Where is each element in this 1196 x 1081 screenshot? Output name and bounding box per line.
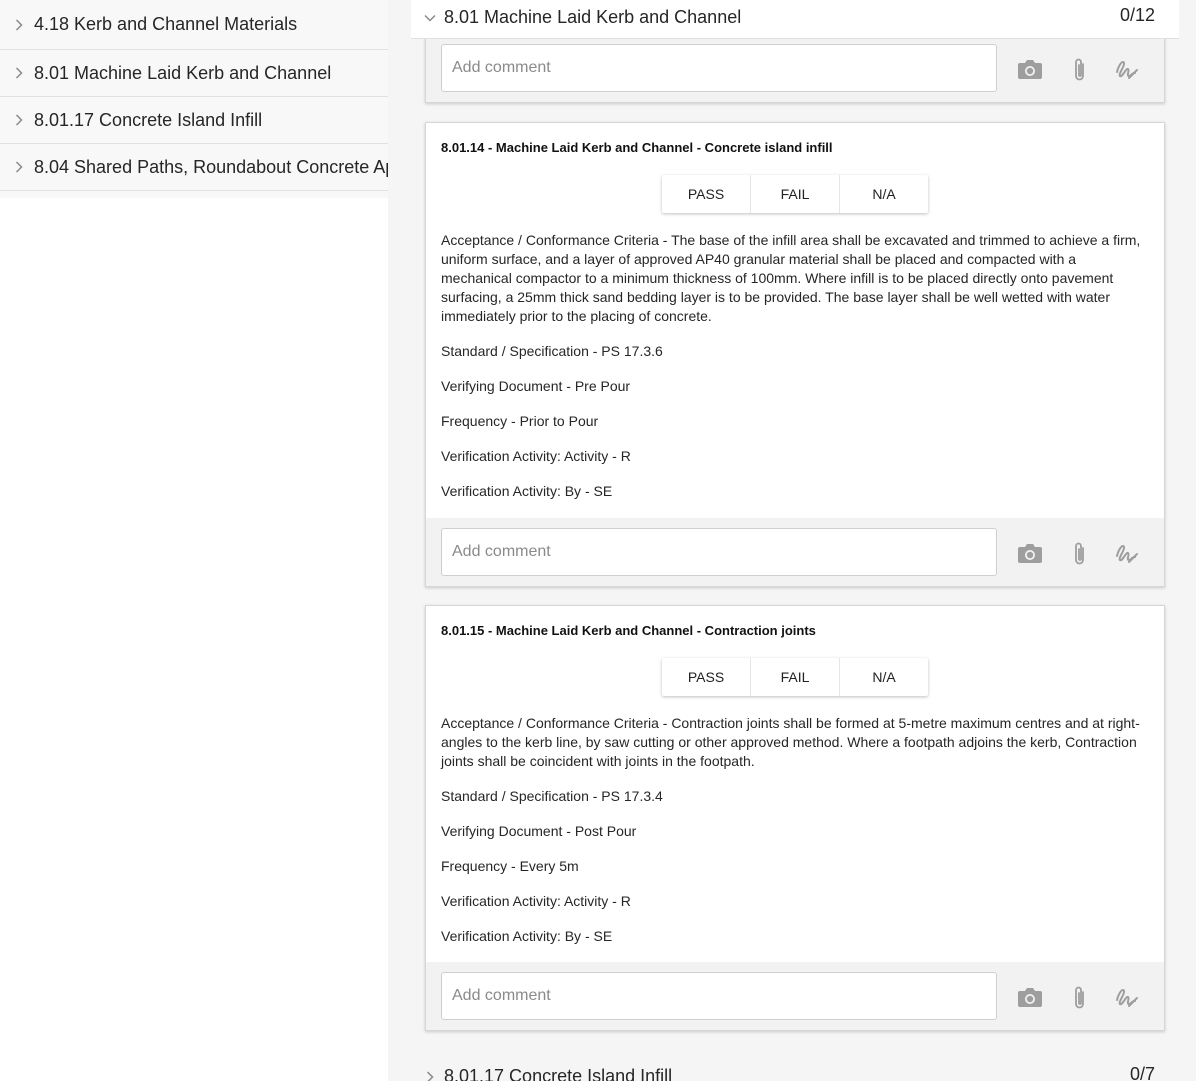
section-header[interactable]: 8.01 Machine Laid Kerb and Channel 0/12 — [411, 0, 1179, 39]
comment-input[interactable] — [441, 528, 997, 576]
chevron-right-icon — [423, 1070, 437, 1081]
verification-activity: Verification Activity: Activity - R — [441, 448, 631, 464]
result-button-group: PASS FAIL N/A — [662, 175, 928, 213]
verifying-document: Verifying Document - Pre Pour — [441, 378, 631, 394]
verification-by: Verification Activity: By - SE — [441, 483, 613, 499]
sidebar-item-8-01[interactable]: 8.01 Machine Laid Kerb and Channel — [0, 50, 388, 97]
pass-button[interactable]: PASS — [662, 175, 751, 213]
na-button[interactable]: N/A — [840, 658, 928, 696]
comment-bar — [426, 34, 1164, 102]
chevron-right-icon — [13, 114, 25, 126]
camera-icon[interactable] — [1017, 56, 1043, 82]
chevron-right-icon — [13, 18, 25, 31]
sidebar-item-label: 8.01.17 Concrete Island Infill — [34, 109, 263, 130]
chevron-right-icon — [13, 67, 25, 79]
paperclip-icon[interactable] — [1066, 540, 1092, 566]
standard-specification: Standard / Specification - PS 17.3.4 — [441, 788, 663, 804]
acceptance-criteria: Acceptance / Conformance Criteria - The … — [441, 232, 1141, 324]
sidebar-item-label: 8.04 Shared Paths, Roundabout Concrete A… — [34, 156, 388, 177]
acceptance-criteria: Acceptance / Conformance Criteria - Cont… — [441, 715, 1140, 769]
pass-button[interactable]: PASS — [662, 658, 751, 696]
sidebar-item-4-18[interactable]: 4.18 Kerb and Channel Materials — [0, 0, 388, 50]
result-button-group: PASS FAIL N/A — [662, 658, 928, 696]
frequency: Frequency - Every 5m — [441, 858, 579, 874]
sidebar-item-8-04[interactable]: 8.04 Shared Paths, Roundabout Concrete A… — [0, 144, 388, 191]
paperclip-icon[interactable] — [1066, 984, 1092, 1010]
sidebar: 4.18 Kerb and Channel Materials 8.01 Mac… — [0, 0, 388, 1081]
comment-input[interactable] — [441, 972, 997, 1020]
signature-icon[interactable] — [1114, 984, 1140, 1010]
section-title: 8.01 Machine Laid Kerb and Channel — [444, 7, 742, 27]
sidebar-item-8-01-17[interactable]: 8.01.17 Concrete Island Infill — [0, 97, 388, 144]
frequency: Frequency - Prior to Pour — [441, 413, 599, 429]
camera-icon[interactable] — [1017, 984, 1043, 1010]
sidebar-list: 4.18 Kerb and Channel Materials 8.01 Mac… — [0, 0, 388, 198]
camera-icon[interactable] — [1017, 540, 1043, 566]
verification-activity: Verification Activity: Activity - R — [441, 893, 631, 909]
chevron-right-icon — [13, 161, 25, 173]
section-count: 0/12 — [1119, 5, 1155, 25]
signature-icon[interactable] — [1114, 56, 1140, 82]
sidebar-item-label: 8.01 Machine Laid Kerb and Channel — [34, 62, 332, 83]
section-title: 8.01.17 Concrete Island Infill — [444, 1066, 673, 1081]
checklist-item-card: 8.01.14 - Machine Laid Kerb and Channel … — [425, 122, 1165, 587]
item-heading: 8.01.14 - Machine Laid Kerb and Channel … — [441, 140, 833, 155]
fail-button[interactable]: FAIL — [751, 175, 840, 213]
section-count: 0/7 — [1129, 1064, 1155, 1081]
comment-bar — [426, 518, 1164, 586]
paperclip-icon[interactable] — [1066, 56, 1092, 82]
signature-icon[interactable] — [1114, 540, 1140, 566]
chevron-down-icon — [423, 11, 437, 25]
comment-bar — [426, 962, 1164, 1030]
standard-specification: Standard / Specification - PS 17.3.6 — [441, 343, 663, 359]
verification-by: Verification Activity: By - SE — [441, 928, 613, 944]
na-button[interactable]: N/A — [840, 175, 928, 213]
checklist-main: 8.01 Machine Laid Kerb and Channel 0/12 … — [388, 0, 1196, 1081]
item-heading: 8.01.15 - Machine Laid Kerb and Channel … — [441, 623, 816, 638]
verifying-document: Verifying Document - Post Pour — [441, 823, 637, 839]
app-root: 4.18 Kerb and Channel Materials 8.01 Mac… — [0, 0, 1196, 1081]
comment-input[interactable] — [441, 44, 997, 92]
sidebar-item-label: 4.18 Kerb and Channel Materials — [34, 14, 298, 34]
checklist-item-card: 8.01.15 - Machine Laid Kerb and Channel … — [425, 605, 1165, 1031]
next-section-header[interactable]: 8.01.17 Concrete Island Infill 0/7 — [411, 1060, 1179, 1081]
fail-button[interactable]: FAIL — [751, 658, 840, 696]
